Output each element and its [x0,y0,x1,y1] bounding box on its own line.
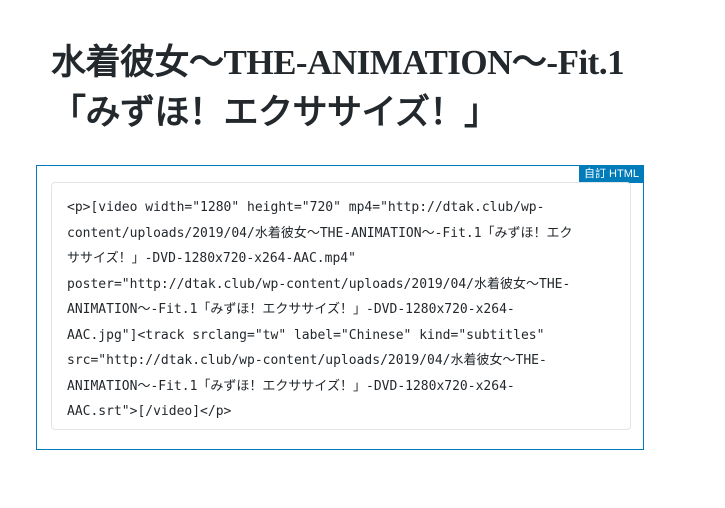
code-line: ANIMATION～-Fit.1「みずほ！エクササイズ！」-DVD-1280x7… [67,378,515,394]
code-line: AAC.srt">[/video]</p> [67,404,232,419]
code-line: poster="http://dtak.club/wp-content/uplo… [67,276,571,292]
code-line: content/uploads/2019/04/水着彼女～THE-ANIMATI… [67,225,573,241]
custom-html-block[interactable]: 自訂 HTML <p>[video width="1280" height="7… [36,165,644,450]
block-type-badge: 自訂 HTML [579,165,644,183]
code-line: src="http://dtak.club/wp-content/uploads… [67,353,547,368]
code-line: ササイズ！」-DVD-1280x720-x264-AAC.mp4" [67,251,356,266]
code-line: ANIMATION～-Fit.1「みずほ！エクササイズ！」-DVD-1280x7… [67,302,515,317]
post-title[interactable]: 水着彼女～THE-ANIMATION～-Fit.1「みずほ！エクササイズ！」 [51,38,691,138]
code-line: <p>[video width="1280" height="720" mp4=… [67,200,545,215]
html-code-editor[interactable]: <p>[video width="1280" height="720" mp4=… [51,182,631,430]
code-line: AAC.jpg"]<track srclang="tw" label="Chin… [67,327,545,343]
